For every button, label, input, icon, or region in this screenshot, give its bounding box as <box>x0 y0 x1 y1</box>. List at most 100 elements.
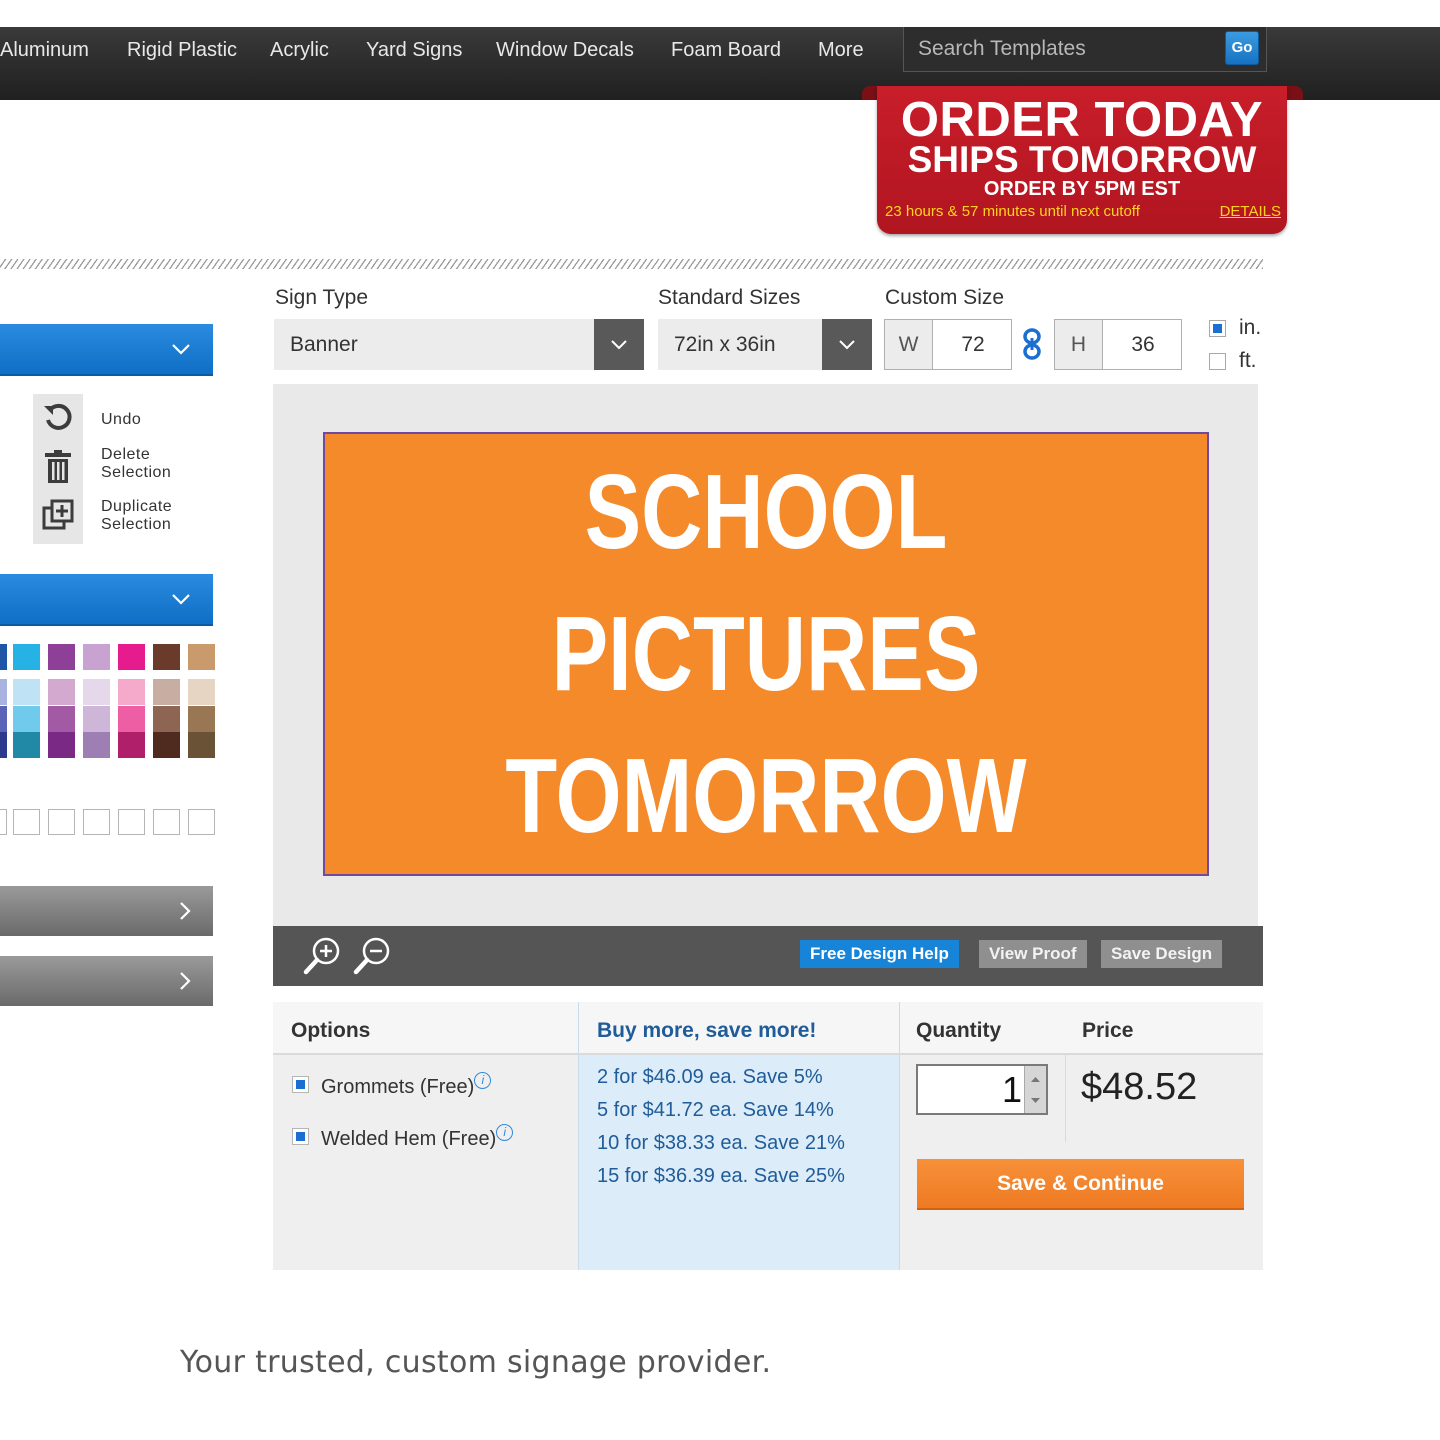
save-continue-button[interactable]: Save & Continue <box>917 1159 1244 1210</box>
color-swatch[interactable] <box>13 732 40 758</box>
search-bar: Go <box>903 27 1267 72</box>
color-swatch[interactable] <box>188 732 215 758</box>
trash-icon[interactable] <box>33 446 83 488</box>
custom-color-slot[interactable] <box>188 809 215 835</box>
standard-sizes-label: Standard Sizes <box>658 286 801 309</box>
custom-color-slot[interactable] <box>83 809 110 835</box>
nav-yard-signs[interactable]: Yard Signs <box>366 35 462 65</box>
unit-inches-checkbox[interactable] <box>1209 320 1226 337</box>
quantity-input[interactable] <box>918 1066 1022 1113</box>
spin-down-icon[interactable] <box>1030 1097 1041 1104</box>
color-swatch[interactable] <box>83 644 110 670</box>
zoom-in-icon[interactable] <box>303 936 343 976</box>
custom-color-slot[interactable] <box>153 809 180 835</box>
quantity-stepper <box>916 1064 1048 1115</box>
color-swatch[interactable] <box>48 644 75 670</box>
custom-color-slot[interactable] <box>0 809 7 835</box>
promo-details-link[interactable]: DETAILS <box>1220 203 1281 221</box>
standard-size-select[interactable]: 72in x 36in <box>658 319 872 370</box>
custom-color-slot[interactable] <box>13 809 40 835</box>
tier-15: 15 for $36.39 ea. Save 25% <box>597 1165 845 1187</box>
custom-color-slot[interactable] <box>48 809 75 835</box>
chevron-down-icon[interactable] <box>594 319 644 370</box>
zoom-out-icon[interactable] <box>353 936 393 976</box>
info-icon[interactable]: i <box>496 1124 514 1141</box>
banner-preview[interactable]: SCHOOL PICTURES TOMORROW <box>323 432 1209 876</box>
color-swatch[interactable] <box>83 732 110 758</box>
save-design-button[interactable]: Save Design <box>1101 940 1223 968</box>
color-swatch[interactable] <box>153 732 180 758</box>
duplicate-icon[interactable] <box>33 494 83 536</box>
banner-text-line-3[interactable]: TOMORROW <box>413 740 1119 852</box>
banner-text-line-1[interactable]: SCHOOL <box>413 456 1119 568</box>
width-input[interactable] <box>935 320 1011 369</box>
nav-rigid-plastic[interactable]: Rigid Plastic <box>127 35 237 65</box>
color-swatch[interactable] <box>188 706 215 732</box>
promo-cutoff: ORDER BY 5PM EST <box>983 178 1181 200</box>
color-swatch[interactable] <box>13 644 40 670</box>
nav-window-decals[interactable]: Window Decals <box>496 35 634 65</box>
accordion-collapsed-1[interactable] <box>0 886 213 936</box>
search-go-button[interactable]: Go <box>1225 31 1259 65</box>
delete-selection-label-1[interactable]: Delete <box>101 446 150 464</box>
order-panel: Buy more, save more! 2 for $46.09 ea. Sa… <box>273 1002 1263 1270</box>
color-swatch[interactable] <box>153 679 180 705</box>
nav-aluminum[interactable]: Aluminum <box>0 35 89 65</box>
spin-up-icon[interactable] <box>1030 1076 1041 1083</box>
qty-price-divider <box>1065 1054 1066 1142</box>
color-swatch[interactable] <box>13 679 40 705</box>
welded-hem-label: Welded Hem (Free) <box>321 1128 497 1150</box>
sign-type-select[interactable]: Banner <box>274 319 644 370</box>
free-design-help-button[interactable]: Free Design Help <box>800 940 959 968</box>
color-swatch[interactable] <box>48 679 75 705</box>
accordion-colors[interactable] <box>0 574 213 626</box>
color-swatch[interactable] <box>153 644 180 670</box>
duplicate-selection-label-1[interactable]: Duplicate <box>101 498 172 516</box>
buy-more-header: Buy more, save more! <box>597 1019 817 1042</box>
nav-foam-board[interactable]: Foam Board <box>671 35 781 65</box>
width-key: W <box>885 320 933 369</box>
promo-badge: ORDER TODAY SHIPS TOMORROW ORDER BY 5PM … <box>877 86 1287 234</box>
undo-label[interactable]: Undo <box>101 411 141 429</box>
color-swatch[interactable] <box>118 706 145 732</box>
duplicate-selection-label-2[interactable]: Selection <box>101 516 171 534</box>
height-input[interactable] <box>1105 320 1181 369</box>
color-swatch[interactable] <box>188 644 215 670</box>
color-swatch[interactable] <box>0 679 7 705</box>
unit-feet-checkbox[interactable] <box>1209 353 1226 370</box>
color-swatch[interactable] <box>0 706 7 732</box>
divider <box>0 259 1263 269</box>
color-swatch[interactable] <box>118 679 145 705</box>
nav-acrylic[interactable]: Acrylic <box>270 35 329 65</box>
link-aspect-icon[interactable] <box>1022 328 1042 365</box>
color-swatch[interactable] <box>48 706 75 732</box>
accordion-tools[interactable] <box>0 324 213 376</box>
search-input[interactable] <box>918 33 1208 65</box>
chevron-right-icon <box>180 972 191 990</box>
info-icon[interactable]: i <box>474 1072 492 1089</box>
color-swatch[interactable] <box>118 644 145 670</box>
color-swatch[interactable] <box>188 679 215 705</box>
welded-hem-checkbox[interactable] <box>292 1128 309 1145</box>
color-swatch[interactable] <box>83 679 110 705</box>
color-swatch[interactable] <box>118 732 145 758</box>
custom-color-slot[interactable] <box>118 809 145 835</box>
chevron-down-icon <box>172 594 190 605</box>
color-swatch[interactable] <box>83 706 110 732</box>
delete-selection-label-2[interactable]: Selection <box>101 464 171 482</box>
chevron-down-icon[interactable] <box>822 319 872 370</box>
options-header: Options <box>291 1019 371 1042</box>
color-swatch[interactable] <box>0 732 7 758</box>
undo-icon[interactable] <box>33 396 83 438</box>
view-proof-button[interactable]: View Proof <box>979 940 1087 968</box>
color-swatch[interactable] <box>0 644 7 670</box>
banner-text-line-2[interactable]: PICTURES <box>413 598 1119 710</box>
nav-more[interactable]: More <box>818 35 864 65</box>
grommets-checkbox[interactable] <box>292 1076 309 1093</box>
color-swatch[interactable] <box>13 706 40 732</box>
accordion-collapsed-2[interactable] <box>0 956 213 1006</box>
color-swatch[interactable] <box>153 706 180 732</box>
grommets-label: Grommets (Free) <box>321 1076 475 1098</box>
promo-countdown: 23 hours & 57 minutes until next cutoff <box>885 203 1140 220</box>
color-swatch[interactable] <box>48 732 75 758</box>
